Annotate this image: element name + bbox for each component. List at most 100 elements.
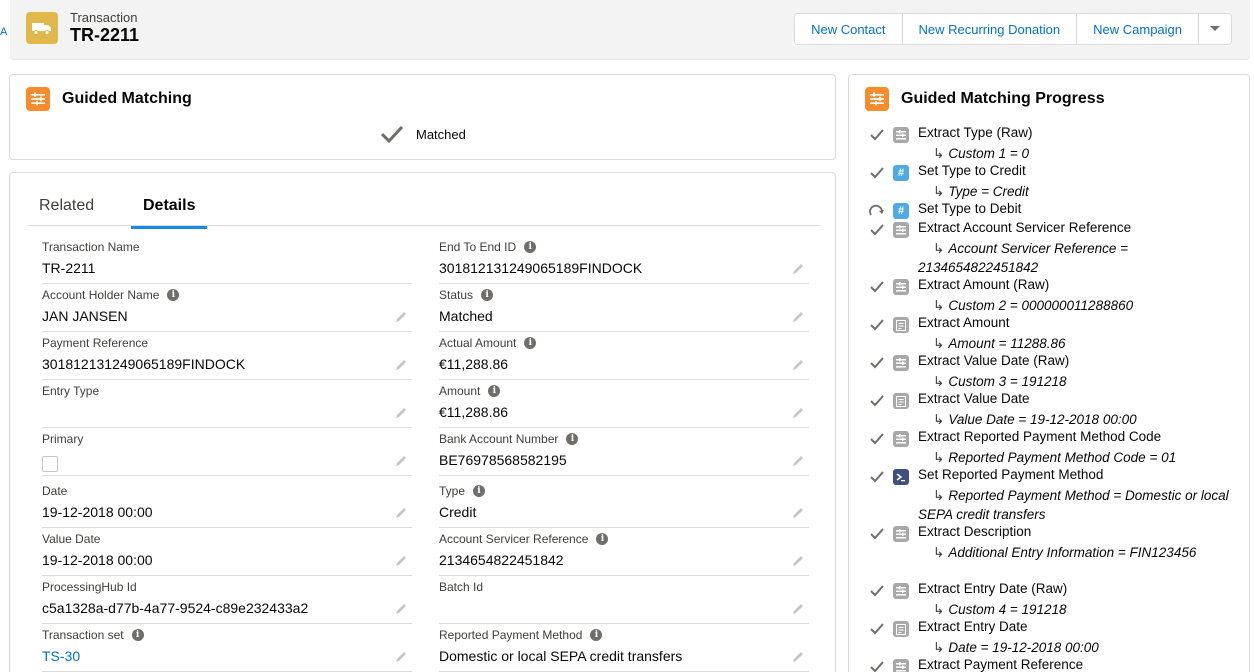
new-recurring-donation-button[interactable]: New Recurring Donation: [902, 14, 1078, 44]
step-label: Extract Value Date: [918, 391, 1030, 406]
field-label-text: Value Date: [42, 532, 101, 546]
info-icon[interactable]: i: [131, 629, 144, 641]
step-result-text: Amount = 11288.86: [948, 336, 1066, 351]
guided-matching-card: Guided Matching Matched: [9, 74, 836, 160]
field-label: Reported Payment Method i: [439, 628, 603, 642]
step-label: Extract Entry Date (Raw): [918, 581, 1068, 596]
chevron-down-icon: [1210, 26, 1220, 31]
info-icon[interactable]: i: [524, 337, 537, 349]
pencil-icon[interactable]: [791, 602, 805, 616]
field-label-text: Actual Amount: [439, 336, 517, 350]
check-icon: [869, 526, 885, 542]
pencil-icon[interactable]: [394, 650, 408, 664]
pencil-icon[interactable]: [394, 454, 408, 468]
info-icon[interactable]: i: [488, 385, 501, 397]
step-label: Set Reported Payment Method: [918, 467, 1104, 482]
step-result: ↳ Custom 1 = 0: [918, 144, 1238, 163]
step-label: Extract Reported Payment Method Code: [918, 429, 1162, 444]
step-result: ↳ Custom 4 = 191218: [918, 600, 1238, 619]
pencil-icon[interactable]: [791, 506, 805, 520]
pencil-icon[interactable]: [791, 262, 805, 276]
step-result-text: Type = Credit: [948, 184, 1029, 199]
info-icon[interactable]: i: [566, 433, 579, 445]
step-result: ↳ Account Servicer Reference = 2134654822…: [918, 239, 1238, 277]
return-arrow-icon: ↳: [933, 184, 945, 199]
return-arrow-icon: ↳: [933, 450, 945, 465]
field-label: Amount i: [439, 384, 501, 398]
pencil-icon[interactable]: [791, 310, 805, 324]
check-icon: [869, 222, 885, 238]
info-icon[interactable]: i: [596, 533, 609, 545]
check-icon: [869, 355, 885, 371]
field-label: ProcessingHub Id: [42, 580, 137, 594]
check-icon: [869, 583, 885, 599]
step-result: ↳ Reported Payment Method Code = 01: [918, 448, 1238, 467]
progress-title: Guided Matching Progress: [901, 90, 1105, 107]
return-arrow-icon: ↳: [933, 241, 945, 256]
tab-related[interactable]: Related: [39, 197, 94, 226]
field-value: 19-12-2018 00:00: [42, 504, 153, 520]
tab-details[interactable]: Details: [131, 197, 208, 229]
field-status: Status i Matched: [439, 288, 809, 332]
pencil-icon[interactable]: [394, 554, 408, 568]
field-transaction-name: Transaction Name TR-2211: [42, 240, 412, 284]
pencil-icon[interactable]: [394, 406, 408, 420]
field-value: 301812131249065189FINDOCK: [439, 260, 643, 276]
list-settings-icon: [893, 355, 909, 371]
step-label: Extract Value Date (Raw): [918, 353, 1070, 368]
step-result-text: Custom 1 = 0: [948, 146, 1029, 161]
check-icon: [869, 431, 885, 447]
field-label-text: Date: [42, 484, 68, 498]
list-settings-icon: [893, 279, 909, 295]
pencil-icon[interactable]: [791, 454, 805, 468]
pencil-icon[interactable]: [791, 406, 805, 420]
sliders-icon: [26, 87, 50, 111]
guided-matching-progress-card: Guided Matching Progress Extract Type (R…: [848, 74, 1250, 672]
pencil-icon[interactable]: [791, 650, 805, 664]
match-status-text: Matched: [416, 126, 466, 142]
field-label-text: Bank Account Number: [439, 432, 559, 446]
info-icon[interactable]: i: [473, 485, 486, 497]
field-amount: Amount i €11,288.86: [439, 384, 809, 428]
pencil-icon[interactable]: [791, 358, 805, 372]
match-status: Matched: [380, 125, 466, 143]
list-settings-icon: [893, 222, 909, 238]
field-label: Value Date: [42, 532, 100, 546]
info-icon[interactable]: i: [167, 289, 180, 301]
pencil-icon[interactable]: [791, 554, 805, 568]
field-label: Status i: [439, 288, 494, 302]
field-value: €11,288.86: [439, 404, 509, 420]
formula-icon: [893, 393, 909, 409]
object-type-label: Transaction: [70, 10, 138, 25]
info-icon[interactable]: i: [481, 289, 494, 301]
field-value[interactable]: TS-30: [42, 648, 80, 664]
field-label: Bank Account Number i: [439, 432, 579, 446]
return-arrow-icon: ↳: [933, 602, 945, 617]
list-settings-icon: [893, 659, 909, 672]
info-icon[interactable]: i: [590, 629, 603, 641]
primary-checkbox[interactable]: [42, 456, 58, 472]
list-settings-icon: [893, 526, 909, 542]
more-actions-button[interactable]: [1199, 14, 1231, 44]
new-contact-button[interactable]: New Contact: [795, 14, 903, 44]
field-payment-reference: Payment Reference 301812131249065189FINDO…: [42, 336, 412, 380]
pencil-icon[interactable]: [394, 310, 408, 324]
check-icon: [869, 621, 885, 637]
info-icon[interactable]: i: [524, 241, 537, 253]
pencil-icon[interactable]: [394, 358, 408, 372]
step-result: ↳ Custom 3 = 191218: [918, 372, 1238, 391]
field-value: JAN JANSEN: [42, 308, 128, 324]
step-result: ↳ Amount = 11288.86: [918, 334, 1238, 353]
step-result: ↳ Type = Credit: [918, 182, 1238, 201]
field-label-text: Account Servicer Reference: [439, 532, 589, 546]
return-arrow-icon: ↳: [933, 545, 945, 560]
pencil-icon[interactable]: [394, 506, 408, 520]
pencil-icon[interactable]: [394, 602, 408, 616]
step-label: Extract Payment Reference: [918, 657, 1084, 672]
new-campaign-button[interactable]: New Campaign: [1077, 14, 1199, 44]
step-result-text: Custom 2 = 000000011288860: [948, 298, 1134, 313]
return-arrow-icon: ↳: [933, 640, 945, 655]
command-icon: [893, 469, 909, 485]
check-icon: [869, 279, 885, 295]
field-value-date: Value Date 19-12-2018 00:00: [42, 532, 412, 576]
